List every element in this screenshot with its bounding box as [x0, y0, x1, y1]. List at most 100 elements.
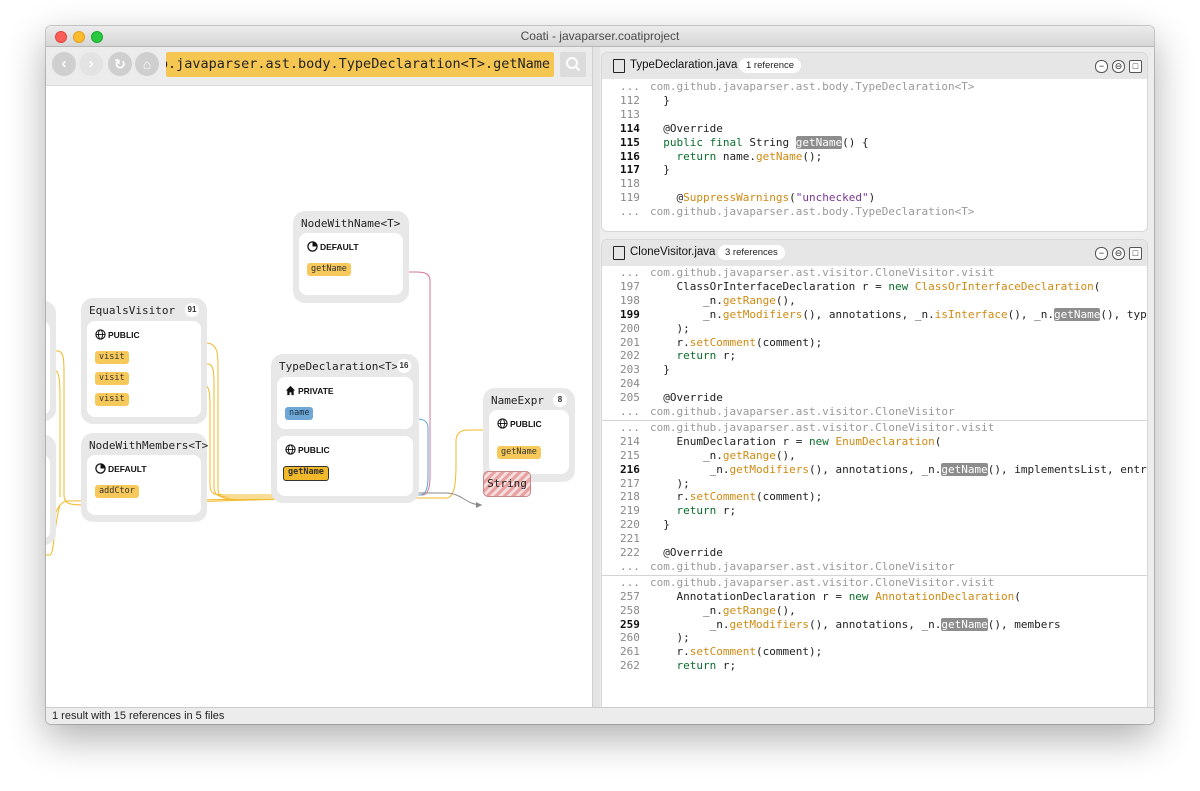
- line-code: return r;: [676, 349, 737, 363]
- node-section-default: DEFAULT getName: [299, 233, 403, 295]
- line-number: 118: [620, 177, 640, 191]
- reference-count: 8: [553, 393, 567, 407]
- line-code: r.setComment(comment);: [650, 335, 823, 349]
- line-number: 205: [620, 391, 640, 405]
- snippet-toggle-button[interactable]: ⊖: [1112, 247, 1125, 260]
- node-equalsvisitor[interactable]: EqualsVisitor 91 PUBLIC visit visit visi…: [81, 298, 207, 424]
- line-number: 116: [620, 149, 640, 163]
- line-code: }: [650, 93, 670, 107]
- app-window: Coati - javaparser.coatiproject ‹ › ↻ ⌂ …: [46, 26, 1154, 724]
- line-number: 117: [620, 163, 640, 177]
- line-number: 218: [620, 490, 640, 504]
- access-label-text: PUBLIC: [298, 445, 330, 455]
- offscreen-node-2[interactable]: [46, 435, 56, 545]
- node-string[interactable]: String: [483, 471, 531, 497]
- graph-panel: ‹ › ↻ ⌂ com.github.javaparser.ast.body.T…: [46, 47, 592, 707]
- line-code: @Override: [650, 546, 723, 559]
- file-name[interactable]: TypeDeclaration.java: [630, 59, 737, 71]
- line-number: 114: [620, 121, 640, 135]
- reference-count: 91: [185, 303, 199, 317]
- line-code: r.setComment(comment);: [650, 490, 823, 504]
- node-nodewithname[interactable]: NodeWithName<T> DEFAULT getName: [293, 211, 409, 303]
- line-number: 257: [620, 589, 640, 603]
- line-number: 262: [620, 659, 640, 673]
- line-code: _n.getModifiers(), annotations, _n.getNa…: [650, 617, 1061, 631]
- line-number: 199: [620, 307, 640, 321]
- line-code: _n.getRange(),: [650, 603, 796, 617]
- line-number: 214: [620, 434, 640, 448]
- member-getname-selected[interactable]: getName: [283, 466, 329, 481]
- line-code: com.github.javaparser.ast.visitor.CloneV…: [650, 575, 995, 589]
- node-section-default: DEFAULT addCtor: [87, 455, 201, 515]
- access-label-private: PRIVATE: [285, 385, 334, 396]
- file-icon: [613, 59, 625, 73]
- line-code: @SuppressWarnings("unchecked"): [650, 191, 876, 205]
- member-visit[interactable]: visit: [95, 351, 129, 364]
- line-number: ...: [620, 205, 640, 219]
- globe-icon: [285, 444, 296, 455]
- node-section-public: PUBLIC visit visit visit: [87, 321, 201, 417]
- line-number: 202: [620, 349, 640, 363]
- node-nameexpr[interactable]: NameExpr 8 PUBLIC getName: [483, 388, 575, 482]
- node-section-public: PUBLIC getName: [277, 436, 413, 496]
- line-code: }: [650, 518, 670, 532]
- line-code: );: [650, 321, 690, 335]
- maximize-file-button[interactable]: □: [1129, 60, 1142, 73]
- default-access-icon: [95, 463, 106, 474]
- line-code: r.setComment(comment);: [650, 645, 823, 659]
- line-code: ClassOrInterfaceDeclaration r = new Clas…: [650, 279, 1101, 293]
- offscreen-node[interactable]: [46, 301, 56, 421]
- maximize-file-button[interactable]: □: [1129, 247, 1142, 260]
- graph-canvas[interactable]: NodeWithName<T> DEFAULT getName EqualsVi…: [46, 85, 592, 707]
- line-code: return r;: [676, 504, 737, 518]
- line-number: 115: [620, 135, 640, 149]
- node-nodewithmembers[interactable]: NodeWithMembers<T> DEFAULT addCtor: [81, 433, 208, 522]
- line-code: AnnotationDeclaration r = new Annotation…: [650, 589, 1021, 603]
- line-number: 197: [620, 279, 640, 293]
- line-number: ...: [620, 266, 640, 279]
- line-code: @Override: [650, 121, 723, 135]
- member-name[interactable]: name: [285, 407, 314, 420]
- member-addctor[interactable]: addCtor: [95, 485, 139, 498]
- member-visit[interactable]: visit: [95, 393, 129, 406]
- member-visit[interactable]: visit: [95, 372, 129, 385]
- line-code: com.github.javaparser.ast.visitor.CloneV…: [650, 559, 955, 573]
- back-button[interactable]: ‹: [52, 52, 76, 76]
- file-icon: [613, 246, 625, 260]
- line-code: _n.getModifiers(), annotations, _n.isInt…: [650, 307, 1147, 321]
- member-getname[interactable]: getName: [497, 446, 541, 459]
- line-number: 201: [620, 335, 640, 349]
- title-bar: Coati - javaparser.coatiproject: [46, 26, 1154, 47]
- globe-icon: [497, 418, 508, 429]
- snippet-toggle-button[interactable]: ⊖: [1112, 60, 1125, 73]
- window-title: Coati - javaparser.coatiproject: [520, 29, 680, 43]
- access-label-text: PUBLIC: [108, 330, 140, 340]
- line-code: return r;: [676, 659, 737, 673]
- node-title: TypeDeclaration<T>: [279, 360, 399, 373]
- line-code: _n.getRange(),: [650, 293, 796, 307]
- minimize-file-button[interactable]: −: [1095, 247, 1108, 260]
- refresh-button[interactable]: ↻: [108, 52, 132, 76]
- member-getname[interactable]: getName: [307, 263, 351, 276]
- line-code: }: [650, 363, 670, 377]
- line-code: }: [650, 163, 670, 177]
- line-number: 113: [620, 107, 640, 121]
- line-number: 220: [620, 518, 640, 532]
- access-label-default: DEFAULT: [307, 241, 359, 252]
- line-number: 203: [620, 363, 640, 377]
- forward-button[interactable]: ›: [79, 52, 103, 76]
- access-label-default: DEFAULT: [95, 463, 147, 474]
- line-code: com.github.javaparser.ast.body.TypeDecla…: [650, 205, 975, 219]
- edge-type-arrow: [476, 502, 482, 508]
- line-number: 200: [620, 321, 640, 335]
- file-name[interactable]: CloneVisitor.java: [630, 246, 715, 258]
- search-input[interactable]: com.github.javaparser.ast.body.TypeDecla…: [166, 52, 554, 77]
- line-code: com.github.javaparser.ast.visitor.CloneV…: [650, 420, 995, 434]
- node-typedeclaration[interactable]: TypeDeclaration<T> 16 PRIVATE name PUBLI…: [271, 354, 419, 503]
- search-button[interactable]: [560, 52, 586, 77]
- reference-count-badge: 1 reference: [739, 58, 802, 73]
- minimize-file-button[interactable]: −: [1095, 60, 1108, 73]
- home-button[interactable]: ⌂: [135, 52, 159, 76]
- offscreen-node-2-body: [46, 455, 50, 539]
- line-number: ...: [620, 80, 640, 93]
